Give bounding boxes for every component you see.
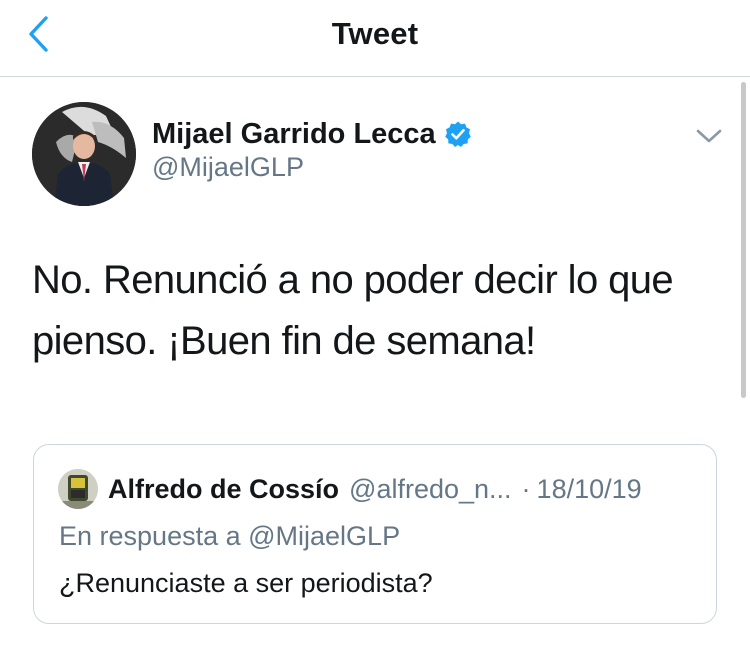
chevron-down-icon bbox=[696, 129, 722, 143]
author-name-row: Mijael Garrido Lecca bbox=[152, 114, 472, 154]
author-avatar[interactable] bbox=[32, 102, 136, 206]
nav-header: Tweet bbox=[0, 0, 750, 77]
quoted-date: 18/10/19 bbox=[536, 473, 642, 504]
verified-badge-icon bbox=[444, 121, 471, 147]
page-title: Tweet bbox=[331, 16, 419, 51]
reply-to-label: En respuesta a @MijaelGLP bbox=[59, 521, 401, 551]
separator-dot: · bbox=[521, 473, 531, 504]
author-name[interactable]: Mijael Garrido Lecca bbox=[152, 118, 436, 151]
quoted-author-name: Alfredo de Cossío bbox=[108, 473, 340, 504]
author-handle[interactable]: @MijaelGLP bbox=[152, 152, 304, 183]
quoted-author-avatar bbox=[58, 469, 98, 509]
quoted-header: Alfredo de Cossío @alfredo_n... · 18/10/… bbox=[108, 471, 642, 507]
quoted-tweet-text: ¿Renunciaste a ser periodista? bbox=[59, 568, 433, 598]
avatar-photo bbox=[32, 102, 136, 206]
avatar-photo bbox=[58, 469, 98, 509]
quoted-author-handle: @alfredo_n... bbox=[349, 473, 512, 504]
scrollbar[interactable] bbox=[741, 82, 746, 398]
tweet-text: No. Renunció a no poder decir lo que pie… bbox=[32, 258, 674, 363]
tweet-detail-screen: Tweet Mijael Garrido Lecca @MijaelGLP No… bbox=[0, 0, 750, 652]
quoted-tweet-card[interactable]: Alfredo de Cossío @alfredo_n... · 18/10/… bbox=[33, 444, 717, 624]
more-options-button[interactable] bbox=[694, 124, 724, 148]
